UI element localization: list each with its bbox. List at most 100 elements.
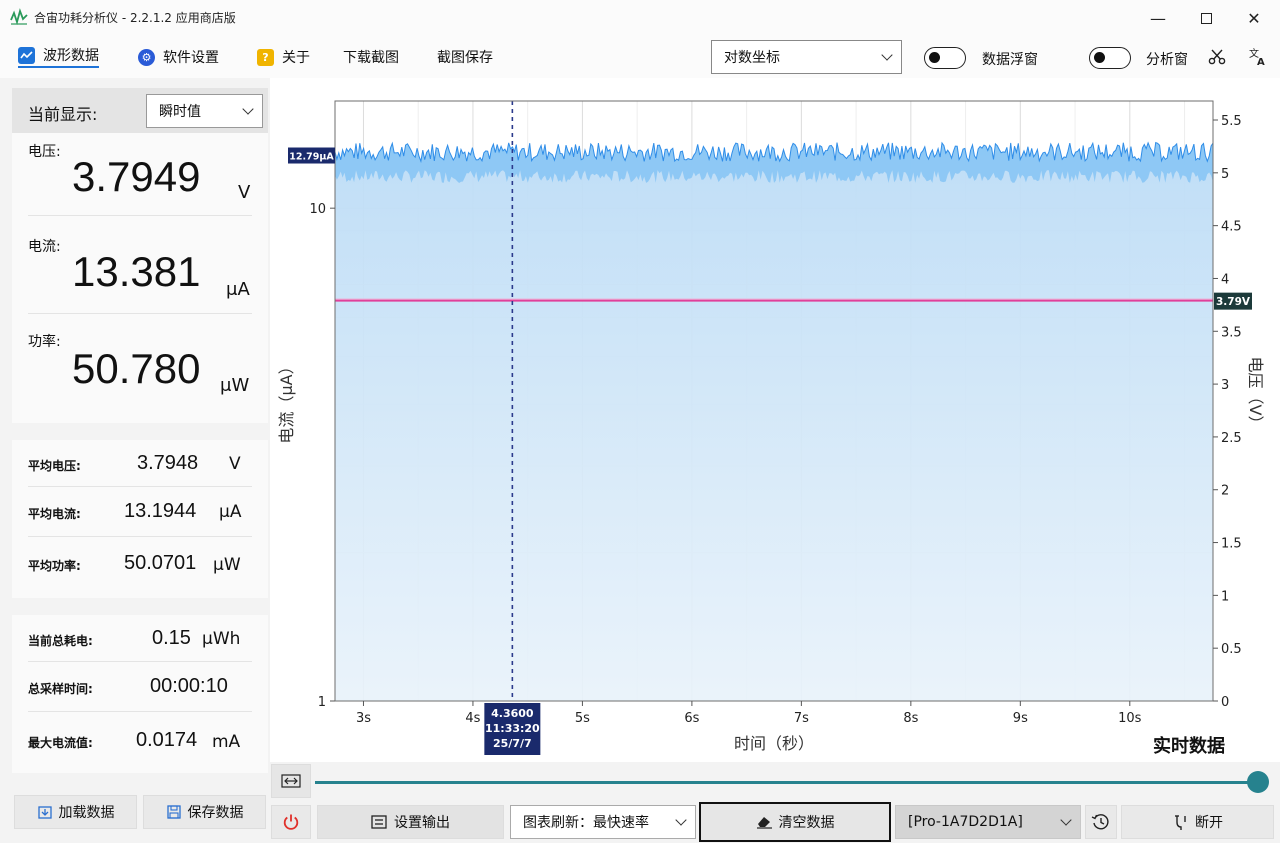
clear-data-label: 清空数据 <box>778 815 835 831</box>
tab-about[interactable]: ? 关于 <box>257 46 310 68</box>
scale-select-value: 对数坐标 <box>724 50 780 66</box>
display-mode-label: 当前显示: <box>28 105 98 124</box>
average-values-card: 平均电压: 3.7948 V 平均电流: 13.1944 μA 平均功率: 50… <box>12 440 268 598</box>
y-right-tick-label: 4 <box>1221 272 1229 287</box>
download-chart-button[interactable]: 下载截图 <box>343 46 399 68</box>
avg-power-value: 50.0701 <box>124 552 197 574</box>
energy-label: 当前总耗电: <box>28 634 93 648</box>
cursor-label-line: 25/7/7 <box>493 737 532 750</box>
svg-text:A: A <box>1257 57 1265 67</box>
x-tick-label: 4s <box>465 711 480 726</box>
output-icon <box>371 815 387 829</box>
unplug-icon <box>1175 815 1186 830</box>
time-slider-row <box>270 762 1280 802</box>
minimize-icon[interactable]: — <box>1135 0 1181 36</box>
clear-data-button[interactable]: 清空数据 <box>699 802 891 842</box>
max-current-unit: mA <box>212 732 241 752</box>
chevron-down-icon <box>675 814 687 826</box>
current-area <box>334 141 1214 702</box>
display-mode-select[interactable]: 瞬时值 <box>146 94 263 128</box>
voltage-label: 电压: <box>28 144 61 160</box>
time-slider-handle[interactable] <box>1247 771 1269 793</box>
tab-waveform-label: 波形数据 <box>43 48 99 64</box>
scale-select[interactable]: 对数坐标 <box>711 40 902 74</box>
eraser-icon <box>756 817 772 829</box>
energy-value: 0.15 <box>152 627 191 649</box>
x-tick-label: 3s <box>356 711 371 726</box>
scissors-icon[interactable] <box>1208 48 1226 66</box>
current-marker-label: 12.79μA <box>289 152 334 163</box>
title-bar: 合宙功耗分析仪 - 2.2.1.2 应用商店版 — ✕ <box>0 0 1280 36</box>
translate-icon[interactable]: 文 A <box>1248 47 1268 67</box>
y-right-tick-label: 3.5 <box>1221 325 1242 340</box>
fit-width-button[interactable] <box>271 764 311 798</box>
maximize-icon[interactable] <box>1183 0 1229 36</box>
display-mode-header: 当前显示: 瞬时值 <box>12 88 268 133</box>
close-icon[interactable]: ✕ <box>1231 0 1277 36</box>
y-left-tick-label: 1 <box>318 695 326 710</box>
expand-horizontal-icon <box>281 774 301 788</box>
energy-unit: μWh <box>202 629 241 649</box>
power-chart[interactable]: 3s 4s 5s 6s 7s 8s 9s 10s 1 10 0 0.5 1 1.5 2 2.5 3 3.5 4 4.5… <box>270 78 1280 758</box>
time-slider-track[interactable] <box>315 781 1258 784</box>
tab-software-settings[interactable]: ⚙ 软件设置 <box>138 46 219 68</box>
waveform-icon <box>18 46 35 64</box>
y-right-tick-label: 5 <box>1221 167 1229 182</box>
refresh-rate-select[interactable]: 图表刷新：最快速率 <box>510 805 696 839</box>
disconnect-label: 断开 <box>1195 815 1223 831</box>
sample-time-label: 总采样时间: <box>28 682 93 696</box>
y-left-axis-title: 电流（μA） <box>277 358 296 443</box>
x-tick-label: 6s <box>684 711 699 726</box>
load-data-button[interactable]: 加载数据 <box>14 795 137 829</box>
current-value: 13.381 <box>72 248 201 295</box>
set-output-button[interactable]: 设置输出 <box>317 805 504 839</box>
y-right-tick-label: 2.5 <box>1221 431 1242 446</box>
avg-voltage-unit: V <box>229 454 241 474</box>
power-button[interactable] <box>271 805 311 839</box>
device-select[interactable]: [Pro-1A7D2D1A] <box>895 805 1081 839</box>
screenshot-save-button[interactable]: 截图保存 <box>437 46 493 68</box>
power-value: 50.780 <box>72 345 201 392</box>
save-data-button[interactable]: 保存数据 <box>143 795 266 829</box>
question-icon: ? <box>257 48 274 66</box>
disconnect-button[interactable]: 断开 <box>1121 805 1274 839</box>
y-right-tick-label: 5.5 <box>1221 114 1242 129</box>
power-unit: μW <box>220 375 250 396</box>
current-unit: μA <box>226 279 250 300</box>
divider <box>28 313 252 314</box>
save-data-label: 保存数据 <box>187 805 244 821</box>
voltage-value: 3.7949 <box>72 153 201 200</box>
load-data-label: 加载数据 <box>58 805 115 821</box>
avg-power-label: 平均功率: <box>28 559 81 573</box>
tab-waveform-data[interactable]: 波形数据 <box>18 46 99 68</box>
x-axis-title: 时间（秒） <box>734 734 814 753</box>
set-output-label: 设置输出 <box>394 815 450 831</box>
divider <box>28 486 252 487</box>
chart-title: 实时数据 <box>1153 735 1225 757</box>
avg-power-unit: μW <box>213 555 241 575</box>
tab-about-label: 关于 <box>282 50 310 66</box>
divider <box>28 711 252 712</box>
data-float-toggle[interactable] <box>924 47 966 69</box>
display-mode-value: 瞬时值 <box>159 104 201 120</box>
tab-settings-label: 软件设置 <box>163 50 219 66</box>
x-tick-label: 5s <box>575 711 590 726</box>
analysis-toggle[interactable] <box>1089 47 1131 69</box>
y-right-tick-label: 1 <box>1221 589 1229 604</box>
window-title: 合宙功耗分析仪 - 2.2.1.2 应用商店版 <box>34 11 236 25</box>
y-left-tick-label: 10 <box>309 202 326 217</box>
current-fill <box>335 142 1213 702</box>
power-label: 功率: <box>28 334 61 350</box>
sample-time-value: 00:00:10 <box>150 675 228 697</box>
avg-voltage-value: 3.7948 <box>137 452 199 474</box>
x-tick-label: 9s <box>1013 711 1028 726</box>
chevron-down-icon <box>1060 814 1072 826</box>
bottom-toolbar: 设置输出 图表刷新：最快速率 清空数据 [Pro-1A7D2D1A] 断开 <box>270 802 1280 843</box>
analysis-label: 分析窗 <box>1146 52 1188 68</box>
y-right-tick-label: 2 <box>1221 484 1229 499</box>
y-right-tick-label: 4.5 <box>1221 220 1242 235</box>
data-float-label: 数据浮窗 <box>982 52 1038 68</box>
power-icon <box>283 814 299 830</box>
history-button[interactable] <box>1085 805 1117 839</box>
load-icon <box>37 806 52 819</box>
